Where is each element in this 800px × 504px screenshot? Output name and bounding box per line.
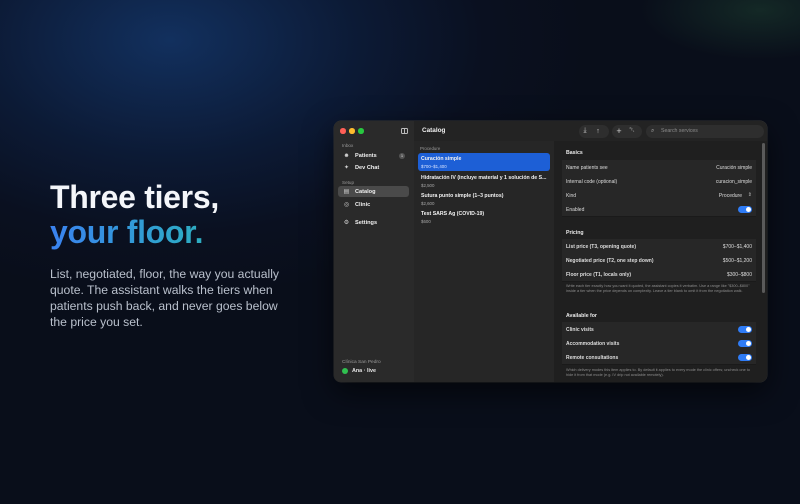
- sidebar-item-label: Patients: [355, 152, 377, 159]
- list-item[interactable]: Curación simple $700–$1,400: [418, 153, 550, 171]
- name-patients-see-row[interactable]: Name patients see Curación simple: [562, 160, 756, 175]
- import-icon[interactable]: ⤓: [580, 126, 590, 136]
- available-for-heading: Available for: [566, 313, 597, 319]
- service-name: Curación simple: [421, 156, 462, 162]
- hero-title-line1: Three tiers,: [50, 179, 219, 215]
- row-label: Internal code (optional): [566, 178, 618, 185]
- accommodation-visits-toggle[interactable]: [738, 340, 752, 347]
- sidebar-section-setup: Setup: [342, 180, 355, 185]
- row-value: $300–$800: [726, 271, 752, 278]
- service-price: $600: [421, 218, 431, 224]
- hero-title-line2: your floor.: [50, 215, 290, 250]
- row-label: Clinic visits: [566, 326, 594, 333]
- sidebar-section-inbox: Inbox: [342, 143, 354, 148]
- row-label: Accommodation visits: [566, 340, 620, 347]
- sidebar-item-catalog[interactable]: ▤ Catalog: [338, 186, 409, 197]
- user-status: Ana · live: [342, 368, 381, 374]
- service-price: $2,500: [421, 182, 435, 188]
- hero-body: List, negotiated, floor, the way you act…: [50, 267, 279, 329]
- sidebar-item-patients[interactable]: ☻ Patients 1: [338, 150, 409, 161]
- catalog-icon: ▤: [343, 189, 350, 195]
- enabled-row: Enabled: [562, 202, 756, 217]
- user-status-label: Ana · live: [352, 368, 376, 374]
- minimize-window-button[interactable]: [349, 128, 355, 134]
- gear-icon: ⚙: [343, 220, 350, 226]
- row-label: Negotiated price (T2, one step down): [566, 257, 654, 264]
- sidebar-item-clinic[interactable]: ◎ Clinic: [338, 199, 409, 210]
- row-label: List price (T3, opening quote): [566, 243, 636, 250]
- row-label: Enabled: [566, 206, 585, 213]
- sidebar: Inbox ☻ Patients 1 ✦ Dev Chat Setup ▤ Ca…: [334, 121, 415, 382]
- remote-consultations-row: Remote consultations: [562, 350, 756, 365]
- page-title: Catalog: [422, 127, 446, 134]
- patients-count-badge: 1: [399, 152, 405, 159]
- list-item[interactable]: Test SARS Ag (COVID-19) $600: [418, 208, 550, 226]
- sidebar-item-label: Clinic: [355, 201, 371, 208]
- kind-row[interactable]: Kind Procedure ⇕: [562, 188, 756, 203]
- service-price: $2,600: [421, 200, 435, 206]
- negotiated-price-row[interactable]: Negotiated price (T2, one step down) $50…: [562, 253, 756, 268]
- pricing-heading: Pricing: [566, 230, 584, 236]
- row-value: Curación simple: [716, 164, 752, 171]
- pricing-help-text: Write each tier exactly how you want it …: [566, 284, 750, 293]
- wand-icon: ✦: [343, 165, 350, 171]
- sidebar-item-settings[interactable]: ⚙ Settings: [338, 217, 409, 228]
- list-item[interactable]: Sutura punto simple (1–3 puntos) $2,600: [418, 190, 550, 208]
- live-status-dot: [342, 368, 348, 374]
- globe-icon: ◎: [343, 202, 350, 208]
- hero-title: Three tiers, your floor.: [50, 180, 290, 250]
- kind-select[interactable]: Procedure: [719, 193, 742, 199]
- sidebar-toggle-icon[interactable]: [401, 127, 408, 134]
- zoom-window-button[interactable]: [358, 128, 364, 134]
- row-label: Kind: [566, 192, 577, 199]
- sidebar-item-dev-chat[interactable]: ✦ Dev Chat: [338, 162, 409, 173]
- updown-chevron-icon: ⇕: [747, 191, 752, 198]
- clinic-visits-row: Clinic visits: [562, 322, 756, 337]
- app-window: Inbox ☻ Patients 1 ✦ Dev Chat Setup ▤ Ca…: [334, 121, 767, 382]
- sidebar-item-label: Catalog: [355, 188, 376, 195]
- clinic-name: Clínica San Pedro: [342, 360, 381, 365]
- people-icon: ☻: [343, 152, 350, 159]
- trash-icon[interactable]: ␡: [627, 126, 637, 136]
- row-label: Remote consultations: [566, 354, 619, 361]
- list-item[interactable]: Hidratación IV (incluye material y 1 sol…: [418, 172, 550, 190]
- internal-code-row[interactable]: Internal code (optional) curacion_simple: [562, 174, 756, 189]
- service-name: Test SARS Ag (COVID-19): [421, 211, 485, 217]
- list-section-label: Procedure: [420, 146, 441, 151]
- service-list: Procedure Curación simple $700–$1,400 Hi…: [414, 141, 555, 382]
- search-icon: ⌕: [651, 127, 655, 134]
- row-value: $500–$1,200: [722, 257, 752, 264]
- row-label: Name patients see: [566, 164, 608, 171]
- sidebar-item-label: Settings: [355, 219, 378, 226]
- background-glow: [640, 0, 800, 60]
- service-price: $700–$1,400: [421, 163, 447, 169]
- floor-price-row[interactable]: Floor price (T1, locals only) $300–$800: [562, 267, 756, 282]
- hero: Three tiers, your floor. List, negotiate…: [50, 180, 290, 330]
- sidebar-item-label: Dev Chat: [355, 164, 380, 171]
- row-label: Floor price (T1, locals only): [566, 271, 632, 278]
- close-window-button[interactable]: [340, 128, 346, 134]
- share-icon[interactable]: ↑: [593, 126, 603, 136]
- service-name: Sutura punto simple (1–3 puntos): [421, 193, 504, 199]
- account-footer[interactable]: Clínica San Pedro Ana · live: [342, 360, 381, 374]
- search-input[interactable]: [661, 128, 757, 134]
- basics-heading: Basics: [566, 150, 583, 156]
- accommodation-visits-row: Accommodation visits: [562, 336, 756, 351]
- remote-consultations-toggle[interactable]: [738, 354, 752, 361]
- list-price-row[interactable]: List price (T3, opening quote) $700–$1,4…: [562, 239, 756, 254]
- detail-pane: Basics Name patients see Curación simple…: [554, 141, 767, 382]
- add-icon[interactable]: +: [614, 126, 624, 136]
- toolbar: Catalog ⤓ ↑ + ␡ ⌕: [414, 121, 767, 142]
- clinic-visits-toggle[interactable]: [738, 326, 752, 333]
- row-value: $700–$1,400: [722, 243, 752, 250]
- service-name: Hidratación IV (incluye material y 1 sol…: [421, 175, 547, 181]
- search-field[interactable]: ⌕: [646, 124, 764, 138]
- row-value: curacion_simple: [715, 178, 752, 185]
- enabled-toggle[interactable]: [738, 206, 752, 213]
- detail-scrollbar[interactable]: [762, 143, 765, 293]
- availability-help-text: Which delivery modes this item applies t…: [566, 368, 750, 377]
